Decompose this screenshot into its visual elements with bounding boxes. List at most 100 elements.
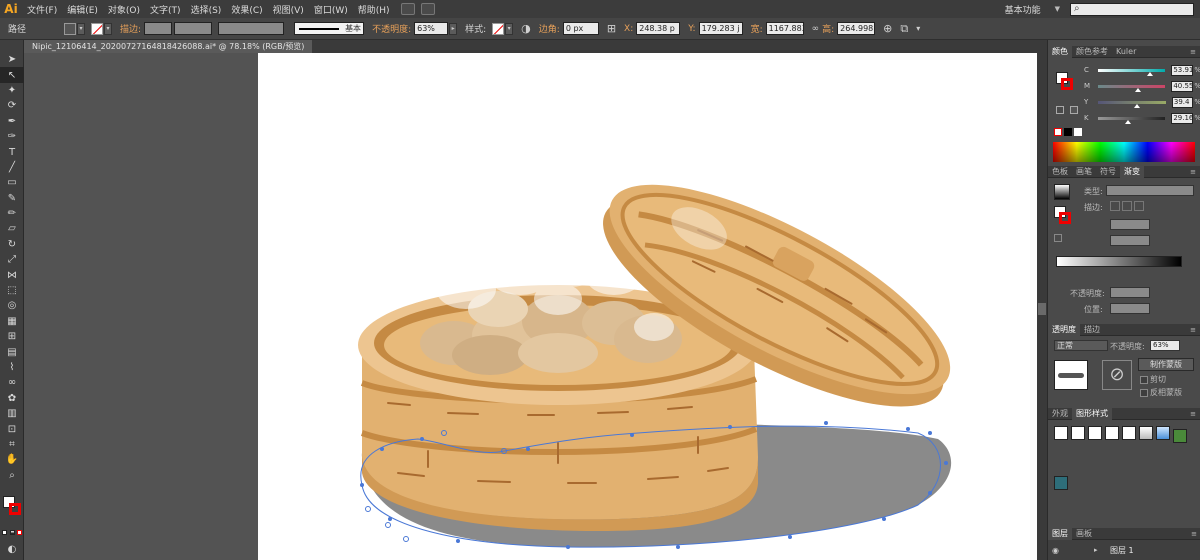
menu-effect[interactable]: 效果(C) bbox=[226, 3, 267, 16]
artboard-tool-icon[interactable]: ⊡ bbox=[0, 421, 24, 436]
value-y[interactable]: 39.4 bbox=[1171, 96, 1194, 108]
gradient-aspect-field[interactable] bbox=[1110, 235, 1150, 246]
fill-dropdown[interactable]: ▾ bbox=[77, 22, 86, 35]
slider-m[interactable] bbox=[1097, 84, 1166, 92]
panel-menu-icon[interactable]: ≡ bbox=[1191, 530, 1197, 538]
opacity-field[interactable]: 63% bbox=[414, 22, 449, 35]
stroke-within-icon[interactable] bbox=[1110, 201, 1120, 211]
shape-builder-tool-icon[interactable]: ◎ bbox=[0, 298, 24, 313]
gradient-preview[interactable] bbox=[1054, 184, 1070, 200]
tab-gradient[interactable]: 渐变 bbox=[1120, 165, 1144, 178]
type-tool-icon[interactable]: T bbox=[0, 144, 24, 159]
y-field[interactable]: 179.283 j bbox=[698, 22, 743, 35]
tab-color[interactable]: 颜色 bbox=[1048, 45, 1072, 58]
visibility-icon[interactable]: ◉ bbox=[1052, 546, 1064, 555]
stroke-weight-select[interactable] bbox=[174, 22, 213, 35]
none-swatch[interactable] bbox=[1054, 128, 1062, 136]
slider-k[interactable] bbox=[1097, 116, 1166, 124]
panel-menu-icon[interactable]: ≡ bbox=[1190, 48, 1196, 56]
stroke-across-icon[interactable] bbox=[1134, 201, 1144, 211]
menu-view[interactable]: 视图(V) bbox=[268, 3, 309, 16]
drawing-mode-icon[interactable]: ◐ bbox=[0, 542, 24, 557]
graphic-style-swatch[interactable] bbox=[1071, 426, 1085, 440]
vertical-scrollbar[interactable] bbox=[1037, 53, 1047, 560]
pen-tool-icon[interactable]: ✒ bbox=[0, 114, 24, 129]
gradient-tool-icon[interactable]: ▤ bbox=[0, 344, 24, 359]
mesh-tool-icon[interactable]: ⊞ bbox=[0, 329, 24, 344]
perspective-grid-tool-icon[interactable]: ▦ bbox=[0, 314, 24, 329]
menu-window[interactable]: 窗口(W) bbox=[309, 3, 353, 16]
graphic-style-swatch[interactable] bbox=[492, 22, 505, 35]
slider-y[interactable] bbox=[1097, 100, 1166, 108]
stroke-weight-label[interactable]: 描边: bbox=[120, 22, 141, 35]
slider-knob-k[interactable] bbox=[1124, 119, 1131, 124]
color-mode-icon[interactable] bbox=[2, 530, 7, 535]
width-tool-icon[interactable]: ⋈ bbox=[0, 267, 24, 282]
curvature-tool-icon[interactable]: ✑ bbox=[0, 129, 24, 144]
object-thumbnail[interactable] bbox=[1054, 360, 1088, 390]
transform-icon[interactable]: ⊕ bbox=[883, 22, 892, 35]
tab-color-guide[interactable]: 颜色参考 bbox=[1072, 46, 1112, 57]
tab-artboards[interactable]: 画板 bbox=[1072, 528, 1096, 539]
recolor-artwork-icon[interactable]: ◑ bbox=[521, 22, 531, 35]
toolbox-grip[interactable] bbox=[0, 40, 23, 52]
bridge-icon[interactable] bbox=[400, 3, 415, 15]
tab-kuler[interactable]: Kuler bbox=[1112, 47, 1140, 56]
value-c[interactable]: 53.91 bbox=[1171, 64, 1193, 76]
invert-mask-checkbox[interactable] bbox=[1140, 388, 1148, 397]
document-tab[interactable]: Nipic_12106414_20200727164818426088.ai* … bbox=[24, 40, 313, 53]
free-transform-tool-icon[interactable]: ⬚ bbox=[0, 283, 24, 298]
hand-tool-icon[interactable]: ✋ bbox=[0, 452, 24, 467]
slider-c[interactable] bbox=[1097, 68, 1166, 76]
tab-brushes[interactable]: 画笔 bbox=[1072, 166, 1096, 177]
graphic-style-swatch[interactable] bbox=[1054, 426, 1068, 440]
mask-thumbnail-icon[interactable]: ⊘ bbox=[1102, 360, 1132, 390]
invert-mask-option[interactable]: 反相蒙版 bbox=[1140, 387, 1182, 398]
pencil-tool-icon[interactable]: ✏ bbox=[0, 206, 24, 221]
tab-layers[interactable]: 图层 bbox=[1048, 527, 1072, 540]
clip-checkbox[interactable] bbox=[1140, 375, 1148, 384]
value-m[interactable]: 40.55 bbox=[1171, 80, 1193, 92]
transparency-opacity-field[interactable]: 63% bbox=[1150, 340, 1180, 351]
slider-knob-m[interactable] bbox=[1134, 87, 1141, 92]
menu-help[interactable]: 帮助(H) bbox=[353, 3, 395, 16]
rotate-tool-icon[interactable]: ↻ bbox=[0, 237, 24, 252]
width-field[interactable]: 1167.883 bbox=[765, 22, 804, 35]
color-spectrum[interactable] bbox=[1053, 142, 1195, 162]
variable-width-profile[interactable] bbox=[218, 22, 285, 35]
tab-stroke[interactable]: 描边 bbox=[1080, 324, 1104, 335]
symbol-sprayer-tool-icon[interactable]: ✿ bbox=[0, 391, 24, 406]
graphic-style-swatch[interactable] bbox=[1088, 426, 1102, 440]
black-swatch[interactable] bbox=[1064, 128, 1072, 136]
graphic-style-swatch[interactable] bbox=[1173, 429, 1187, 443]
chevron-down-icon[interactable]: ▼ bbox=[1055, 5, 1060, 13]
blend-tool-icon[interactable]: ∞ bbox=[0, 375, 24, 390]
lasso-tool-icon[interactable]: ⟳ bbox=[0, 98, 24, 113]
none-mode-icon[interactable] bbox=[17, 530, 22, 535]
menu-file[interactable]: 文件(F) bbox=[22, 3, 62, 16]
gradient-stroke-icon[interactable] bbox=[1059, 212, 1071, 224]
opacity-dropdown[interactable]: ▸ bbox=[449, 22, 458, 35]
opacity-label[interactable]: 不透明度: bbox=[372, 22, 411, 35]
zoom-tool-icon[interactable]: ⌕ bbox=[0, 468, 24, 483]
slice-tool-icon[interactable]: ⌗ bbox=[0, 437, 24, 452]
x-field[interactable]: 248.38 p bbox=[636, 22, 681, 35]
help-search-input[interactable]: ⌕ bbox=[1070, 2, 1194, 16]
graphic-style-swatch[interactable] bbox=[1105, 426, 1119, 440]
stroke-swatch[interactable] bbox=[91, 22, 104, 35]
stroke-along-icon[interactable] bbox=[1122, 201, 1132, 211]
tab-symbols[interactable]: 符号 bbox=[1096, 166, 1120, 177]
tab-appearance[interactable]: 外观 bbox=[1048, 408, 1072, 419]
eraser-tool-icon[interactable]: ▱ bbox=[0, 221, 24, 236]
graphic-style-dropdown[interactable]: ▾ bbox=[505, 22, 514, 35]
white-swatch[interactable] bbox=[1074, 128, 1082, 136]
graphic-style-swatch[interactable] bbox=[1156, 426, 1170, 440]
panel-menu-icon[interactable]: ▾ bbox=[916, 24, 920, 33]
gradient-slider[interactable] bbox=[1056, 256, 1182, 267]
height-field[interactable]: 264.998 j bbox=[837, 22, 876, 35]
tab-graphic-styles[interactable]: 图形样式 bbox=[1072, 407, 1112, 420]
slider-knob-c[interactable] bbox=[1147, 71, 1154, 76]
clip-option[interactable]: 剪切 bbox=[1140, 374, 1166, 385]
tab-transparency[interactable]: 透明度 bbox=[1048, 323, 1080, 336]
graphic-style-swatch[interactable] bbox=[1139, 426, 1153, 440]
